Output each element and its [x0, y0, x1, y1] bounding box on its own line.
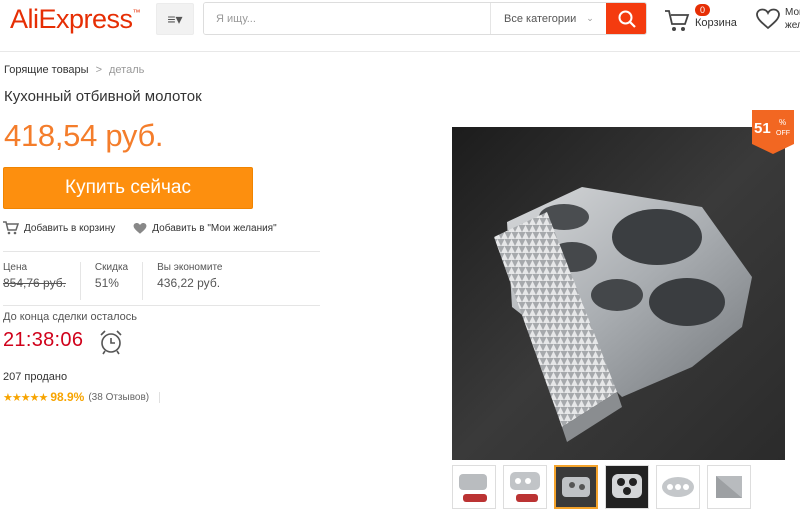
- stat-savings: Вы экономите 436,22 руб.: [157, 262, 236, 300]
- thumbnail-strip: [452, 465, 758, 509]
- add-to-cart-label: Добавить в корзину: [24, 222, 116, 234]
- alarm-clock-icon: [100, 330, 122, 355]
- product-title: Кухонный отбивной молоток: [4, 88, 202, 105]
- price-stats: Цена 854,76 руб. Скидка 51% Вы экономите…: [3, 262, 320, 300]
- rating-percent: 98.9%: [50, 390, 85, 404]
- buy-now-button[interactable]: Купить сейчас: [3, 167, 253, 209]
- cart-icon: [3, 221, 19, 235]
- deal-timer: 21:38:06: [3, 329, 84, 351]
- breadcrumb-current: деталь: [109, 64, 145, 76]
- menu-button[interactable]: ≡▾: [156, 3, 194, 35]
- stat-value: 854,76 руб.: [3, 276, 66, 290]
- thumbnail-6[interactable]: [707, 465, 751, 509]
- search-icon: [618, 10, 636, 28]
- discount-badge-percent: %: [779, 118, 787, 127]
- divider: [3, 251, 320, 252]
- product-price: 418,54 руб.: [4, 118, 164, 153]
- discount-badge: 51 % OFF: [752, 110, 794, 154]
- rating-summary: ★★★★★ 98.9% (38 Отзывов): [3, 390, 161, 404]
- meat-tenderizer-photo: [452, 127, 785, 460]
- stat-value: 436,22 руб.: [157, 276, 221, 290]
- search-input[interactable]: [204, 3, 490, 34]
- stat-original-price: Цена 854,76 руб.: [3, 262, 81, 300]
- top-header: AliExpress™ ≡▾ Все категории ⌄ 0 Корзина…: [0, 0, 800, 52]
- product-actions: Добавить в корзину Добавить в "Мои желан…: [3, 221, 295, 235]
- breadcrumb-root[interactable]: Горящие товары: [4, 64, 89, 76]
- add-to-wishlist-link[interactable]: Добавить в "Мои желания": [133, 222, 277, 235]
- star-rating-icon: ★★★★★: [3, 391, 48, 404]
- chevron-down-icon: ⌄: [586, 13, 594, 23]
- hamburger-icon: ≡▾: [167, 10, 183, 27]
- heart-icon: [756, 8, 780, 30]
- category-select-label: Все категории: [504, 12, 577, 25]
- discount-badge-value: 51: [754, 120, 771, 137]
- add-to-cart-link[interactable]: Добавить в корзину: [3, 221, 115, 235]
- wishlist-button[interactable]: Мои желания: [756, 4, 800, 38]
- thumbnail-3[interactable]: [554, 465, 598, 509]
- category-select[interactable]: Все категории ⌄: [490, 3, 606, 34]
- thumbnail-2[interactable]: [503, 465, 547, 509]
- add-to-wishlist-label: Добавить в "Мои желания": [152, 222, 277, 234]
- stat-label: Цена: [3, 262, 28, 273]
- search-button[interactable]: [606, 3, 646, 34]
- aliexpress-logo[interactable]: AliExpress™: [10, 4, 141, 35]
- product-image[interactable]: [452, 127, 785, 460]
- thumbnail-4[interactable]: [605, 465, 649, 509]
- thumbnail-5[interactable]: [656, 465, 700, 509]
- divider: [3, 305, 320, 306]
- stat-value: 51%: [94, 276, 119, 290]
- breadcrumb: Горящие товары > деталь: [4, 64, 144, 76]
- cart-icon: [665, 10, 690, 31]
- stat-label: Скидка: [94, 262, 129, 273]
- heart-icon: [133, 222, 147, 234]
- cart-count-badge: 0: [695, 4, 711, 16]
- reviews-link[interactable]: (38 Отзывов): [88, 391, 161, 403]
- thumbnail-1[interactable]: [452, 465, 496, 509]
- deal-countdown-label: До конца сделки осталось: [3, 311, 137, 323]
- cart-button[interactable]: 0 Корзина: [664, 4, 744, 38]
- sold-count: 207 продано: [3, 371, 68, 383]
- breadcrumb-separator: >: [95, 64, 102, 76]
- search-bar: Все категории ⌄: [203, 2, 647, 35]
- discount-badge-off: OFF: [776, 130, 790, 137]
- stat-label: Вы экономите: [157, 262, 223, 273]
- wishlist-label: Мои желания: [785, 7, 800, 31]
- cart-label: Корзина: [695, 17, 737, 29]
- stat-discount: Скидка 51%: [94, 262, 144, 300]
